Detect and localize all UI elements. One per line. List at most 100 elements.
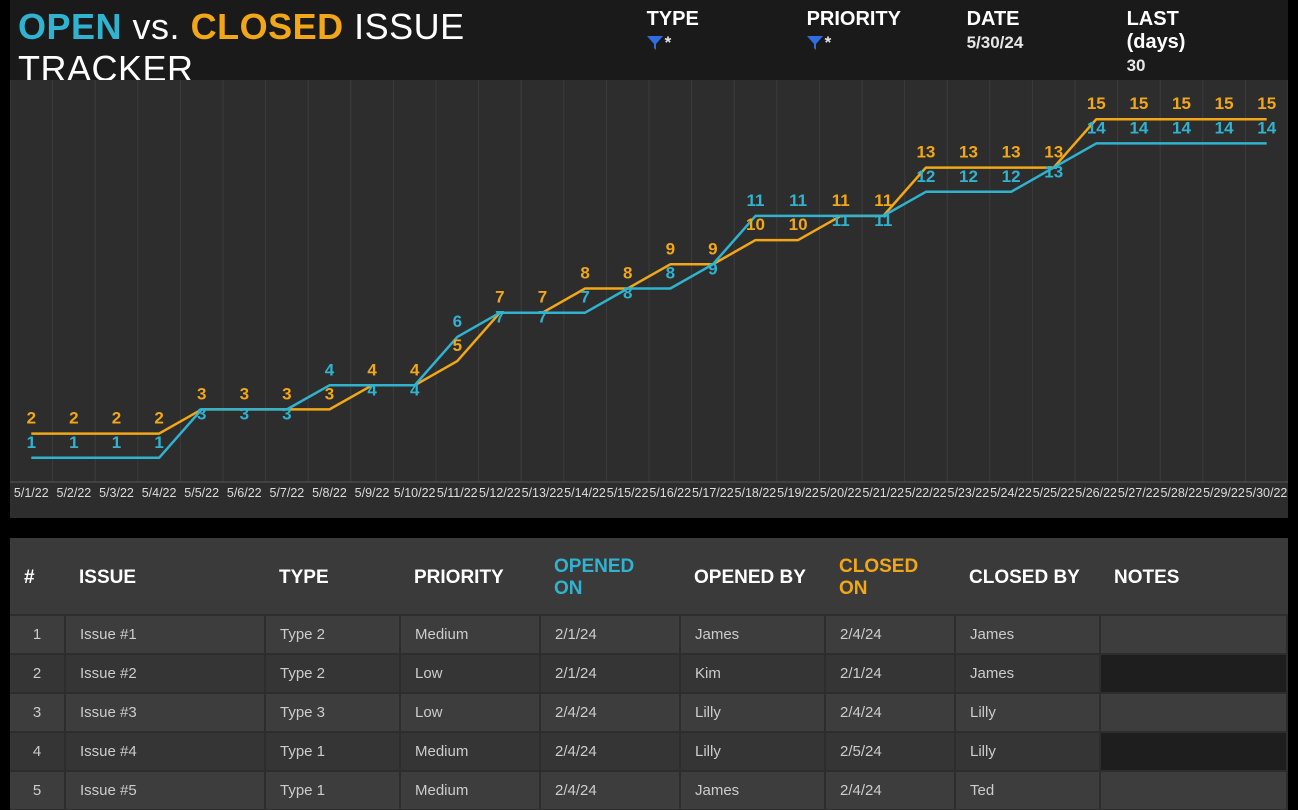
cell-priority[interactable]: Medium bbox=[400, 771, 540, 810]
cell-priority[interactable]: Low bbox=[400, 693, 540, 732]
datalabel-open: 14 bbox=[1087, 118, 1106, 137]
datalabel-closed: 3 bbox=[240, 384, 249, 403]
cell-opened-by[interactable]: James bbox=[680, 771, 825, 810]
cell-notes[interactable] bbox=[1100, 693, 1287, 732]
cell-closed-on[interactable]: 2/4/24 bbox=[825, 615, 955, 654]
meta-type[interactable]: TYPE* bbox=[647, 8, 757, 76]
cell-issue[interactable]: Issue #4 bbox=[65, 732, 265, 771]
datalabel-open: 11 bbox=[789, 191, 807, 210]
issue-table: # ISSUE TYPE PRIORITY OPENED ON OPENED B… bbox=[10, 546, 1288, 810]
cell-closed-by[interactable]: Lilly bbox=[955, 732, 1100, 771]
xtick: 5/23/22 bbox=[947, 486, 990, 512]
datalabel-open: 14 bbox=[1172, 118, 1191, 137]
cell-closed-by[interactable]: James bbox=[955, 615, 1100, 654]
filter-icon[interactable] bbox=[647, 36, 663, 50]
cell-priority[interactable]: Medium bbox=[400, 732, 540, 771]
xtick: 5/29/22 bbox=[1203, 486, 1246, 512]
datalabel-closed: 10 bbox=[746, 215, 765, 234]
cell-opened-on[interactable]: 2/4/24 bbox=[540, 732, 680, 771]
table-row[interactable]: 1Issue #1Type 2Medium2/1/24James2/4/24Ja… bbox=[10, 615, 1287, 654]
cell-closed-on[interactable]: 2/1/24 bbox=[825, 654, 955, 693]
datalabel-open: 1 bbox=[112, 433, 121, 452]
cell-priority[interactable]: Low bbox=[400, 654, 540, 693]
datalabel-closed: 13 bbox=[959, 143, 978, 162]
cell-type[interactable]: Type 1 bbox=[265, 732, 400, 771]
th-closed-by[interactable]: CLOSED BY bbox=[955, 546, 1100, 615]
cell-number[interactable]: 4 bbox=[10, 732, 65, 771]
datalabel-closed: 4 bbox=[410, 360, 420, 379]
filter-icon[interactable] bbox=[807, 36, 823, 50]
th-opened-by[interactable]: OPENED BY bbox=[680, 546, 825, 615]
datalabel-closed: 9 bbox=[708, 239, 717, 258]
cell-issue[interactable]: Issue #5 bbox=[65, 771, 265, 810]
datalabel-open: 3 bbox=[282, 404, 291, 423]
cell-issue[interactable]: Issue #2 bbox=[65, 654, 265, 693]
cell-notes[interactable] bbox=[1100, 615, 1287, 654]
table-row[interactable]: 4Issue #4Type 1Medium2/4/24Lilly2/5/24Li… bbox=[10, 732, 1287, 771]
cell-issue[interactable]: Issue #1 bbox=[65, 615, 265, 654]
cell-closed-by[interactable]: Lilly bbox=[955, 693, 1100, 732]
datalabel-open: 4 bbox=[325, 360, 335, 379]
cell-notes[interactable] bbox=[1100, 771, 1287, 810]
xtick: 5/28/22 bbox=[1160, 486, 1203, 512]
cell-closed-by[interactable]: Ted bbox=[955, 771, 1100, 810]
meta-priority[interactable]: PRIORITY* bbox=[807, 8, 917, 76]
table-row[interactable]: 5Issue #5Type 1Medium2/4/24James2/4/24Te… bbox=[10, 771, 1287, 810]
datalabel-open: 4 bbox=[410, 380, 420, 399]
xtick: 5/13/22 bbox=[521, 486, 564, 512]
xtick: 5/19/22 bbox=[777, 486, 820, 512]
meta-label: DATE bbox=[967, 8, 1077, 31]
xtick: 5/17/22 bbox=[692, 486, 735, 512]
cell-type[interactable]: Type 2 bbox=[265, 615, 400, 654]
cell-opened-on[interactable]: 2/4/24 bbox=[540, 771, 680, 810]
datalabel-open: 11 bbox=[832, 211, 850, 230]
meta-value[interactable]: * bbox=[647, 33, 757, 53]
cell-opened-on[interactable]: 2/1/24 bbox=[540, 615, 680, 654]
meta-label: PRIORITY bbox=[807, 8, 917, 31]
cell-opened-by[interactable]: Lilly bbox=[680, 732, 825, 771]
xtick: 5/16/22 bbox=[649, 486, 692, 512]
datalabel-open: 12 bbox=[916, 167, 935, 186]
cell-closed-on[interactable]: 2/4/24 bbox=[825, 693, 955, 732]
th-notes[interactable]: NOTES bbox=[1100, 546, 1287, 615]
header-meta: TYPE*PRIORITY*DATE5/30/24LAST (days)30 bbox=[647, 6, 1270, 76]
cell-number[interactable]: 3 bbox=[10, 693, 65, 732]
chart-xaxis-labels: 5/1/225/2/225/3/225/4/225/5/225/6/225/7/… bbox=[10, 486, 1288, 512]
datalabel-open: 4 bbox=[367, 380, 377, 399]
datalabel-closed: 10 bbox=[789, 215, 808, 234]
table-row[interactable]: 3Issue #3Type 3Low2/4/24Lilly2/4/24Lilly bbox=[10, 693, 1287, 732]
th-closed-on[interactable]: CLOSED ON bbox=[825, 546, 955, 615]
datalabel-open: 9 bbox=[708, 259, 717, 278]
datalabel-open: 7 bbox=[495, 308, 504, 327]
th-type[interactable]: TYPE bbox=[265, 546, 400, 615]
cell-closed-on[interactable]: 2/5/24 bbox=[825, 732, 955, 771]
th-priority[interactable]: PRIORITY bbox=[400, 546, 540, 615]
cell-opened-by[interactable]: Lilly bbox=[680, 693, 825, 732]
cell-notes[interactable] bbox=[1100, 654, 1287, 693]
cell-priority[interactable]: Medium bbox=[400, 615, 540, 654]
th-issue[interactable]: ISSUE bbox=[65, 546, 265, 615]
cell-number[interactable]: 1 bbox=[10, 615, 65, 654]
cell-number[interactable]: 5 bbox=[10, 771, 65, 810]
th-opened-on[interactable]: OPENED ON bbox=[540, 546, 680, 615]
th-number[interactable]: # bbox=[10, 546, 65, 615]
cell-closed-by[interactable]: James bbox=[955, 654, 1100, 693]
datalabel-open: 11 bbox=[874, 211, 892, 230]
cell-opened-by[interactable]: Kim bbox=[680, 654, 825, 693]
cell-opened-on[interactable]: 2/4/24 bbox=[540, 693, 680, 732]
cell-opened-by[interactable]: James bbox=[680, 615, 825, 654]
datalabel-closed: 15 bbox=[1087, 94, 1106, 113]
cell-issue[interactable]: Issue #3 bbox=[65, 693, 265, 732]
meta-label: LAST (days) bbox=[1127, 8, 1240, 54]
cell-type[interactable]: Type 2 bbox=[265, 654, 400, 693]
cell-type[interactable]: Type 1 bbox=[265, 771, 400, 810]
datalabel-open: 11 bbox=[747, 191, 765, 210]
cell-number[interactable]: 2 bbox=[10, 654, 65, 693]
meta-value[interactable]: * bbox=[807, 33, 917, 53]
cell-opened-on[interactable]: 2/1/24 bbox=[540, 654, 680, 693]
cell-type[interactable]: Type 3 bbox=[265, 693, 400, 732]
table-row[interactable]: 2Issue #2Type 2Low2/1/24Kim2/1/24James bbox=[10, 654, 1287, 693]
xtick: 5/2/22 bbox=[53, 486, 96, 512]
cell-closed-on[interactable]: 2/4/24 bbox=[825, 771, 955, 810]
cell-notes[interactable] bbox=[1100, 732, 1287, 771]
